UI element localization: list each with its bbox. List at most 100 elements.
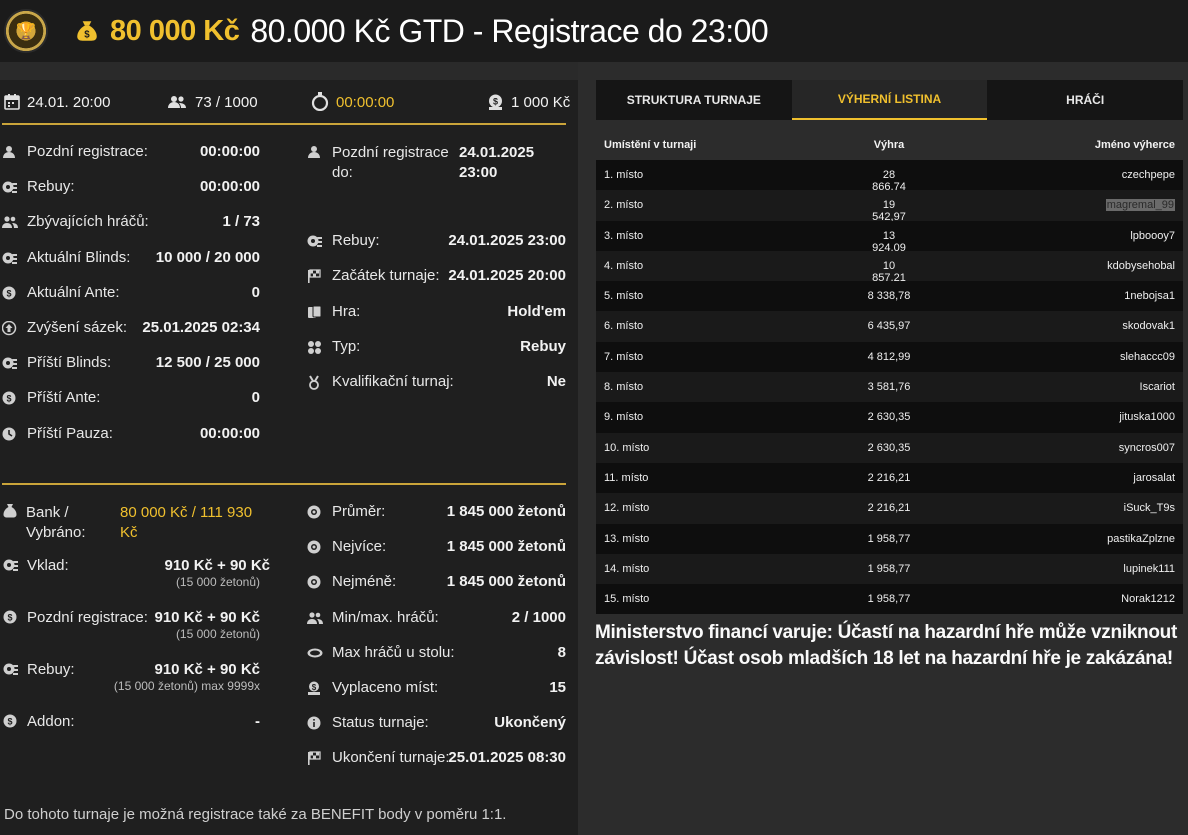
info-label: Průměr: [332, 503, 386, 520]
info-value: 1 845 000 žetonů [446, 538, 566, 556]
info-value: 25.01.2025 02:34 [142, 319, 260, 336]
place-cell: 7. místo [604, 350, 644, 363]
countdown-timer: 00:00:00 [336, 94, 395, 111]
info-value: 0 [251, 389, 260, 407]
win-cell: 2 630,35 [867, 411, 911, 424]
tab-players[interactable]: HRÁČI [987, 80, 1183, 120]
rebuy-value: 910 Kč + 90 Kč [154, 661, 261, 678]
winner-cell: jituska1000 [1119, 411, 1175, 424]
coin-icon: $ [2, 286, 16, 300]
info-label: Ukončení turnaje: [332, 749, 450, 767]
tab-structure[interactable]: STRUKTURA TURNAJE [596, 80, 792, 120]
place-cell: 10. místo [604, 441, 650, 454]
user-icon [308, 146, 320, 158]
info-value: 00:00:00 [199, 143, 260, 160]
table-body: 1. místo 28 866,74 czechpepe 2. místo 19 542… [596, 160, 1183, 615]
svg-text:$: $ [7, 613, 12, 623]
info-value: Rebuy [520, 337, 566, 355]
chip-icon [307, 575, 321, 589]
tab-bar: STRUKTURA TURNAJE VÝHERNÍ LISTINA HRÁČI [596, 80, 1183, 120]
top-bar: 🏆 $ 80 000 Kč 80.000 Kč GTD - Registrace… [0, 0, 1188, 62]
stopwatch-icon [311, 92, 329, 111]
chips-icon [2, 252, 17, 264]
winner-cell: Norak1212 [1121, 593, 1175, 606]
suits-icon [308, 340, 321, 354]
users-icon [2, 216, 18, 229]
info-label: Status turnaje: [332, 714, 429, 732]
coin-icon: $ [3, 714, 17, 728]
late-reg-value: 910 Kč + 90 Kč [154, 609, 261, 626]
win-cell: 6 435,97 [867, 320, 911, 333]
info-value: 00:00:00 [199, 178, 260, 196]
win-cell: 8 338,78 [867, 290, 911, 303]
deposit-value: 910 Kč + 90 Kč [164, 557, 271, 574]
late-reg-label: Pozdní registrace: [27, 609, 148, 626]
money-bag-icon: $ [77, 21, 97, 41]
info-value: 2 / 1000 [511, 608, 566, 626]
late-reg-chips: (15 000 žetonů) [175, 627, 260, 641]
svg-text:$: $ [312, 683, 317, 692]
table-row: 9. místo 2 630,35 jituska1000 [596, 402, 1183, 433]
win-cell: 4 812,99 [867, 350, 911, 363]
place-cell: 11. místo [604, 471, 649, 484]
info-value: 24.01.2025 23:00 [459, 144, 535, 181]
info-label: Aktuální Ante: [27, 283, 120, 301]
winner-cell: magremal_99 [1105, 199, 1175, 212]
trophy-logo-icon[interactable]: 🏆 [4, 9, 48, 53]
info-value: 0 [251, 283, 260, 301]
info-label: Nejvíce: [332, 538, 387, 556]
place-cell: 4. místo [604, 259, 644, 272]
players-count: 73 / 1000 [195, 94, 258, 111]
arrow-up-icon [2, 321, 17, 336]
info-value: 00:00:00 [199, 424, 260, 442]
winner-cell: slehaccc09 [1119, 350, 1175, 363]
winner-cell: lpboooy7 [1130, 229, 1175, 242]
place-cell: 8. místo [604, 381, 644, 394]
winner-cell: skodovak1 [1122, 320, 1175, 333]
deposit-label: Vklad: [27, 557, 69, 574]
place-cell: 5. místo [604, 290, 644, 303]
info-value: Ukončený [494, 714, 566, 732]
info-label: Příští Pauza: [27, 424, 113, 442]
table-row: 2. místo 19 542,97 magremal_99 [596, 190, 1183, 223]
info-value: Ne [546, 373, 566, 390]
info-label: Zbývajících hráčů: [27, 213, 149, 231]
info-label: Aktuální Blinds: [27, 248, 131, 266]
place-cell: 14. místo [604, 562, 650, 575]
svg-text:$: $ [6, 288, 11, 298]
table-row: 4. místo 10 857,21 kdobysehobal [596, 250, 1183, 284]
tournament-date: 24.01. 20:00 [27, 94, 111, 111]
info-label: Rebuy: [332, 232, 380, 250]
info-value: 12 500 / 25 000 [155, 354, 260, 372]
table-row: 11. místo 2 216,21 jarosalat [596, 462, 1183, 494]
column-header-winner: Jméno výherce [1094, 139, 1175, 151]
column-header-place: Umístění v turnaji [604, 139, 697, 151]
win-cell: 1 958,77 [867, 593, 911, 606]
winner-cell: lupinek111 [1123, 562, 1175, 575]
table-row: 10. místo 2 630,35 syncros007 [596, 432, 1183, 463]
winner-cell: syncros007 [1118, 441, 1175, 454]
info-value: Hold'em [507, 302, 566, 320]
info-label: Vyplaceno míst: [332, 679, 439, 696]
info-label: Min/max. hráčů: [332, 608, 439, 626]
addon-value: - [255, 713, 260, 730]
winner-cell: 1nebojsa1 [1124, 290, 1175, 303]
benefit-note: Do tohoto turnaje je možná registrace ta… [4, 806, 507, 823]
buyin-chip-icon: $ [489, 94, 502, 110]
win-cell: 2 216,21 [867, 471, 911, 484]
info-label: Rebuy: [27, 178, 75, 196]
rebuy-label: Rebuy: [27, 661, 75, 678]
user-icon [3, 146, 15, 158]
info-value: 15 [549, 679, 566, 696]
payout-icon: $ [308, 681, 320, 695]
info-label: Příští Blinds: [27, 354, 112, 372]
chips-icon [2, 181, 17, 194]
place-cell: 6. místo [604, 320, 644, 333]
info-label: Typ: [332, 337, 361, 355]
tab-payouts[interactable]: VÝHERNÍ LISTINA [791, 80, 988, 120]
info-value: 10 000 / 20 000 [155, 248, 260, 266]
info-label: Nejméně: [332, 573, 397, 591]
place-cell: 9. místo [604, 411, 644, 424]
chips-icon [3, 663, 18, 675]
place-cell: 1. místo [604, 169, 644, 181]
